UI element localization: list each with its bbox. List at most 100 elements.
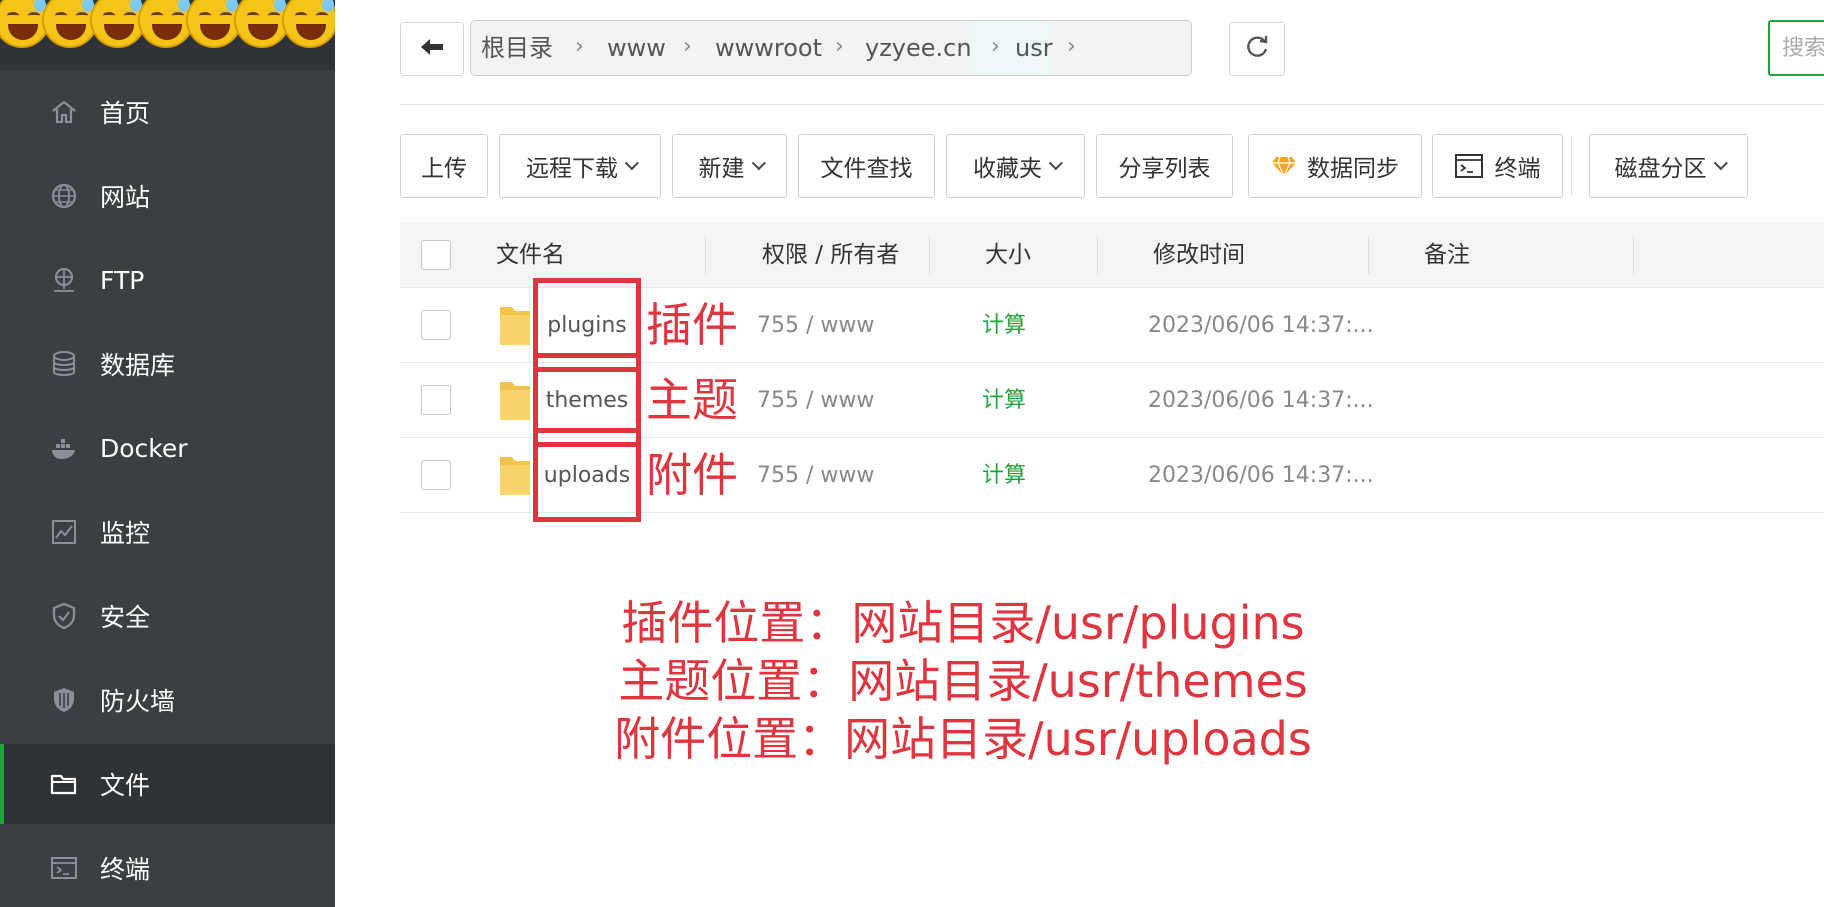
refresh-button[interactable] <box>1229 22 1285 76</box>
arrow-left-icon <box>419 36 445 62</box>
monitor-icon <box>50 518 78 546</box>
toolbar-divider <box>1571 136 1572 196</box>
sidebar-item-monitor[interactable]: 监控 <box>0 496 335 568</box>
sidebar-item-database[interactable]: 数据库 <box>0 328 335 400</box>
terminal-button[interactable]: 终端 <box>1432 134 1563 198</box>
sidebar-item-firewall[interactable]: 防火墙 <box>0 664 335 736</box>
size-calc-link[interactable]: 计算 <box>982 288 1026 363</box>
sidebar-item-label: 网站 <box>100 183 151 212</box>
favorites-button[interactable]: 收藏夹 <box>946 134 1085 198</box>
sidebar-item-label: 文件 <box>100 771 151 800</box>
upload-button[interactable]: 上传 <box>400 134 488 198</box>
file-name[interactable]: themes <box>546 388 629 413</box>
column-header-note: 备注 <box>1424 242 1470 268</box>
disk-partition-label: 磁盘分区 <box>1614 156 1707 182</box>
note-line: 主题位置：网站目录/usr/themes <box>618 654 1308 708</box>
sidebar-item-terminal[interactable]: 终端 <box>0 832 335 904</box>
folder-icon <box>498 303 532 347</box>
sidebar-item-label: 终端 <box>100 855 151 884</box>
sidebar-item-label: Docker <box>100 433 188 463</box>
file-search-button[interactable]: 文件查找 <box>798 134 935 198</box>
sidebar: 首页 网站 FTP 数据库 Docker 监控 安全 防火墙 文件 终端 <box>0 0 335 907</box>
file-name[interactable]: uploads <box>544 463 630 488</box>
column-header-size[interactable]: 大小 <box>985 222 1031 288</box>
new-label: 新建 <box>698 156 745 182</box>
column-header-mtime[interactable]: 修改时间 <box>1153 222 1245 288</box>
column-divider <box>1633 236 1634 274</box>
sidebar-item-label: 首页 <box>100 99 151 128</box>
firewall-icon <box>50 686 78 714</box>
breadcrumb: 根目录 › www › wwwroot › yzyee.cn › usr › <box>470 20 1192 76</box>
sidebar-item-security[interactable]: 安全 <box>0 580 335 652</box>
search-input[interactable] <box>1768 20 1824 76</box>
column-divider <box>705 236 706 274</box>
column-header-perm[interactable]: 权限 / 所有者 <box>762 222 899 288</box>
annotation-label: 插件 <box>646 298 738 352</box>
table-row[interactable]: plugins 插件 755 / www 计算 2023/06/06 14:37… <box>400 278 1824 372</box>
note-line: 插件位置：网站目录/usr/plugins <box>621 596 1305 650</box>
breadcrumb-item[interactable]: www <box>607 21 666 75</box>
mtime-cell: 2023/06/06 14:37:... <box>1148 463 1374 488</box>
permission-cell[interactable]: 755 / www <box>757 288 874 363</box>
chevron-down-icon <box>751 156 766 171</box>
sidebar-item-ftp[interactable]: FTP <box>0 244 335 316</box>
terminal-icon <box>50 854 78 882</box>
remote-download-button[interactable]: 远程下载 <box>499 134 661 198</box>
sweat-smile-emoji-icon <box>282 0 335 48</box>
back-button[interactable] <box>400 22 464 76</box>
select-all-checkbox[interactable] <box>421 240 451 270</box>
breadcrumb-item[interactable]: 根目录 <box>481 21 553 75</box>
sidebar-item-label: 监控 <box>100 519 151 548</box>
docker-icon <box>50 434 78 462</box>
remote-download-label: 远程下载 <box>526 156 618 182</box>
emoji-banner <box>0 0 335 70</box>
permission-cell[interactable]: 755 / www <box>757 363 874 438</box>
file-manager: 根目录 › www › wwwroot › yzyee.cn › usr › 上… <box>363 0 1824 907</box>
row-checkbox[interactable] <box>421 310 451 340</box>
permission-cell[interactable]: 755 / www <box>757 438 874 513</box>
sidebar-item-files[interactable]: 文件 <box>0 744 335 824</box>
table-row[interactable]: uploads 附件 755 / www 计算 2023/06/06 14:37… <box>400 428 1824 522</box>
sidebar-item-label: 数据库 <box>100 351 176 380</box>
sidebar-item-docker[interactable]: Docker <box>0 412 335 484</box>
favorites-label: 收藏夹 <box>973 156 1042 182</box>
home-icon <box>50 98 78 126</box>
globe-icon <box>50 182 78 210</box>
annotation-label: 附件 <box>646 448 738 502</box>
folder-icon <box>50 770 78 798</box>
divider <box>400 104 1824 105</box>
breadcrumb-item-current[interactable]: usr <box>1015 21 1053 75</box>
size-calc-link[interactable]: 计算 <box>982 363 1026 438</box>
shield-icon <box>50 602 78 630</box>
share-list-button[interactable]: 分享列表 <box>1096 134 1233 198</box>
breadcrumb-item[interactable]: yzyee.cn <box>865 21 972 75</box>
row-checkbox[interactable] <box>421 460 451 490</box>
chevron-right-icon: › <box>991 34 1000 59</box>
row-checkbox[interactable] <box>421 385 451 415</box>
annotation-label: 主题 <box>646 373 738 427</box>
terminal-label: 终端 <box>1494 156 1541 182</box>
breadcrumb-item[interactable]: wwwroot <box>715 21 822 75</box>
sidebar-item-label: 防火墙 <box>100 687 176 716</box>
data-sync-label: 数据同步 <box>1307 156 1399 182</box>
sidebar-item-website[interactable]: 网站 <box>0 160 335 232</box>
data-sync-button[interactable]: 数据同步 <box>1248 134 1422 198</box>
folder-icon <box>498 453 532 497</box>
file-name[interactable]: plugins <box>547 313 627 338</box>
column-divider <box>1368 236 1369 274</box>
new-button[interactable]: 新建 <box>672 134 787 198</box>
size-calc-link[interactable]: 计算 <box>982 438 1026 513</box>
sidebar-item-label: 安全 <box>100 603 151 632</box>
chevron-down-icon <box>624 156 639 171</box>
sidebar-item-home[interactable]: 首页 <box>0 76 335 148</box>
note-line: 附件位置：网站目录/usr/uploads <box>614 712 1312 766</box>
refresh-icon <box>1244 34 1270 64</box>
chevron-right-icon: › <box>835 34 844 59</box>
folder-icon <box>498 378 532 422</box>
disk-partition-button[interactable]: 磁盘分区 <box>1589 134 1748 198</box>
ftp-icon <box>50 266 78 294</box>
highlight-box: uploads <box>533 428 641 522</box>
column-divider <box>1097 236 1098 274</box>
mtime-cell: 2023/06/06 14:37:... <box>1148 388 1374 413</box>
table-row[interactable]: themes 主题 755 / www 计算 2023/06/06 14:37:… <box>400 353 1824 447</box>
